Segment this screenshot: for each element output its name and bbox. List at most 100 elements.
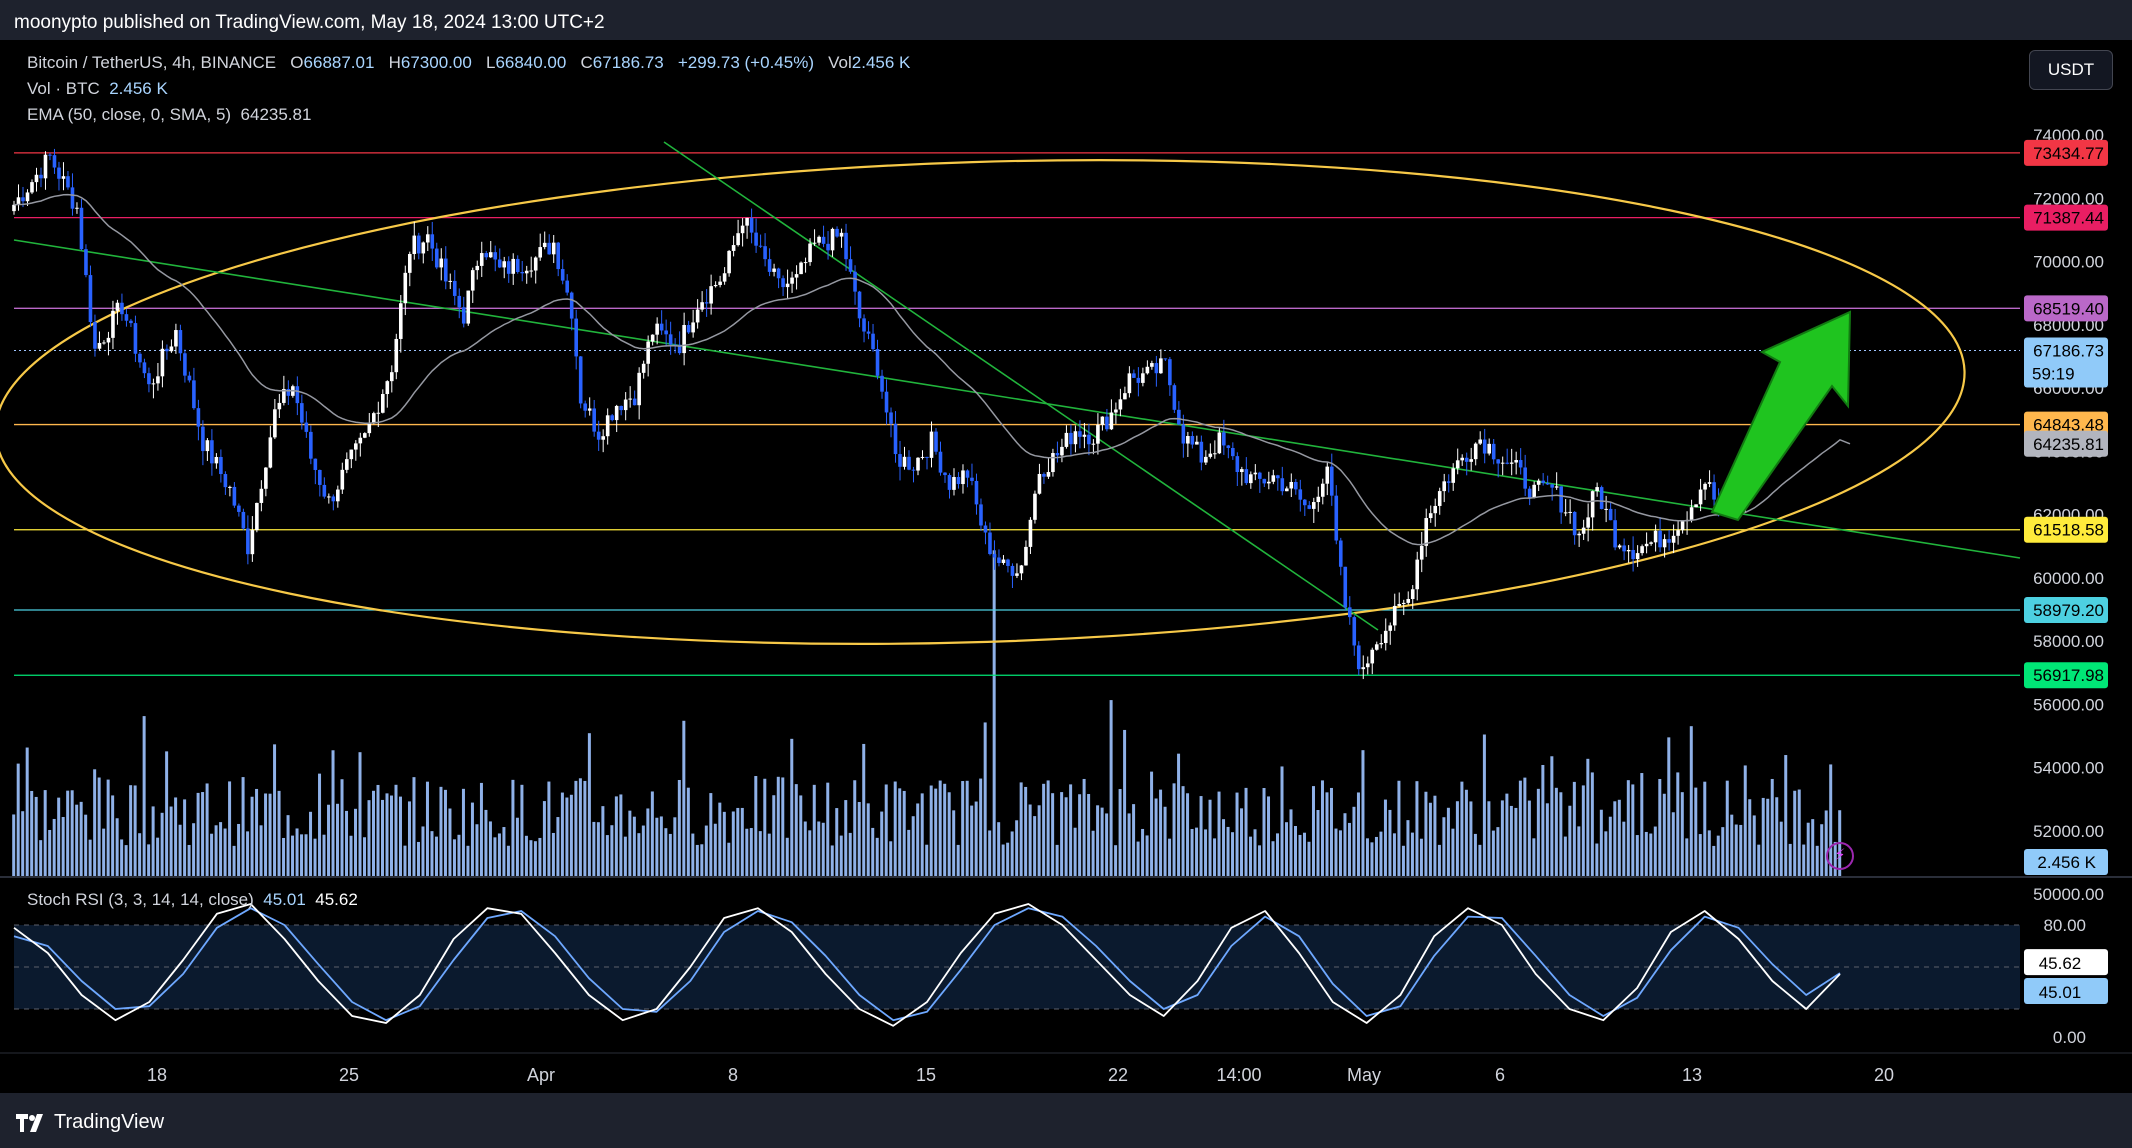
- volume-bar: [1240, 808, 1244, 876]
- candle-body: [947, 475, 952, 490]
- candle-body: [48, 154, 52, 156]
- candle-body: [880, 375, 884, 392]
- legend-vol-btc: 2.456 K: [109, 79, 168, 98]
- candle-body: [1392, 605, 1397, 626]
- candle-body: [102, 342, 106, 344]
- candle-body: [1010, 565, 1015, 576]
- volume-bar: [1352, 806, 1356, 876]
- stoch-tick-label: 0.00: [2053, 1028, 2086, 1047]
- candle-body: [1069, 432, 1073, 445]
- candle-body: [650, 334, 655, 342]
- candle-body: [1464, 457, 1469, 462]
- volume-bar: [1509, 805, 1513, 876]
- volume-bar: [1820, 824, 1824, 876]
- candle-body: [682, 325, 686, 354]
- volume-bar: [250, 796, 254, 876]
- volume-bar: [947, 792, 951, 876]
- volume-bar: [34, 796, 38, 876]
- candle-body: [488, 252, 493, 258]
- candle-body: [66, 176, 70, 188]
- candle-body: [1087, 434, 1091, 445]
- volume-bar: [1734, 824, 1738, 876]
- candle-body: [794, 274, 799, 278]
- candle-body: [1406, 598, 1411, 603]
- volume-bar: [1338, 830, 1342, 876]
- candle-body: [1338, 540, 1343, 567]
- volume-bar: [1114, 845, 1118, 876]
- volume-bar: [1464, 789, 1468, 876]
- candle-body: [1199, 441, 1204, 463]
- candle-body: [569, 292, 574, 319]
- volume-bar: [304, 834, 308, 876]
- currency-button[interactable]: USDT: [2029, 50, 2113, 90]
- tradingview-logo[interactable]: TradingView: [16, 1111, 164, 1134]
- volume-bar: [484, 809, 488, 876]
- volume-bar: [1006, 842, 1010, 876]
- volume-bar: [592, 821, 596, 876]
- volume-bar: [1541, 764, 1545, 876]
- candle-body: [1311, 502, 1316, 509]
- candle-body: [898, 454, 902, 467]
- volume-bar: [929, 785, 933, 876]
- volume-bar: [497, 833, 501, 876]
- candle-body: [1397, 603, 1402, 606]
- candle-body: [156, 376, 160, 384]
- candle-body: [138, 353, 142, 363]
- volume-bar: [790, 738, 794, 876]
- volume-bar: [704, 825, 708, 876]
- volume-bar: [1572, 781, 1576, 876]
- footer-bar: TradingView: [0, 1093, 2132, 1148]
- candle-body: [39, 174, 43, 179]
- volume-bar: [246, 831, 250, 876]
- candle-body: [736, 233, 740, 246]
- volume-bar: [1428, 802, 1432, 876]
- candle-body: [866, 331, 871, 334]
- candle-body: [1091, 443, 1096, 445]
- volume-bar: [1487, 801, 1491, 876]
- volume-bar: [812, 784, 816, 876]
- candle-body: [1249, 474, 1253, 484]
- volume-bar: [1356, 792, 1360, 876]
- ema-path: [13, 193, 1851, 546]
- candle-body: [961, 470, 965, 485]
- candle-body: [1141, 373, 1145, 383]
- volume-bar: [1370, 842, 1374, 876]
- volume-bar: [124, 845, 128, 876]
- bolt-icon[interactable]: ⚡: [1826, 842, 1854, 870]
- candle-body: [1082, 434, 1087, 437]
- volume-bar: [668, 833, 672, 876]
- candle-body: [925, 456, 929, 458]
- volume-bar: [1060, 792, 1064, 876]
- candle-body: [529, 270, 534, 272]
- volume-bar: [232, 845, 236, 876]
- volume-bar: [551, 832, 555, 876]
- volume-bar: [880, 811, 884, 876]
- volume-bar: [372, 790, 376, 876]
- candle-body: [1374, 644, 1379, 650]
- candle-body: [1289, 481, 1294, 489]
- candle-body: [758, 245, 763, 247]
- candle-body: [448, 280, 453, 282]
- green-arrow: [1710, 310, 1852, 522]
- candle-body: [1329, 466, 1334, 496]
- candle-body: [821, 236, 826, 244]
- volume-bar: [979, 778, 983, 876]
- legend-stoch-k: 45.01: [263, 890, 306, 909]
- volume-bar: [1797, 789, 1801, 876]
- volume-bar: [1779, 821, 1783, 876]
- time-tick-label: 6: [1495, 1065, 1505, 1085]
- volume-bar: [1455, 801, 1459, 876]
- volume-bar: [1613, 801, 1617, 876]
- volume-bar: [443, 789, 447, 876]
- candle-body: [165, 348, 169, 352]
- volume-bar: [1649, 833, 1653, 876]
- candle-body: [1482, 439, 1487, 454]
- price-chart[interactable]: 80.00 0.00 45.62 45.01 74000.0072000.007000…: [0, 40, 2132, 1093]
- volume-bar: [700, 844, 704, 876]
- candle-body: [268, 437, 273, 468]
- volume-bar: [1437, 844, 1441, 876]
- volume-bar: [1276, 833, 1280, 876]
- volume-bar: [1334, 828, 1338, 876]
- volume-bar: [1478, 844, 1482, 876]
- volume-bar: [1199, 796, 1203, 876]
